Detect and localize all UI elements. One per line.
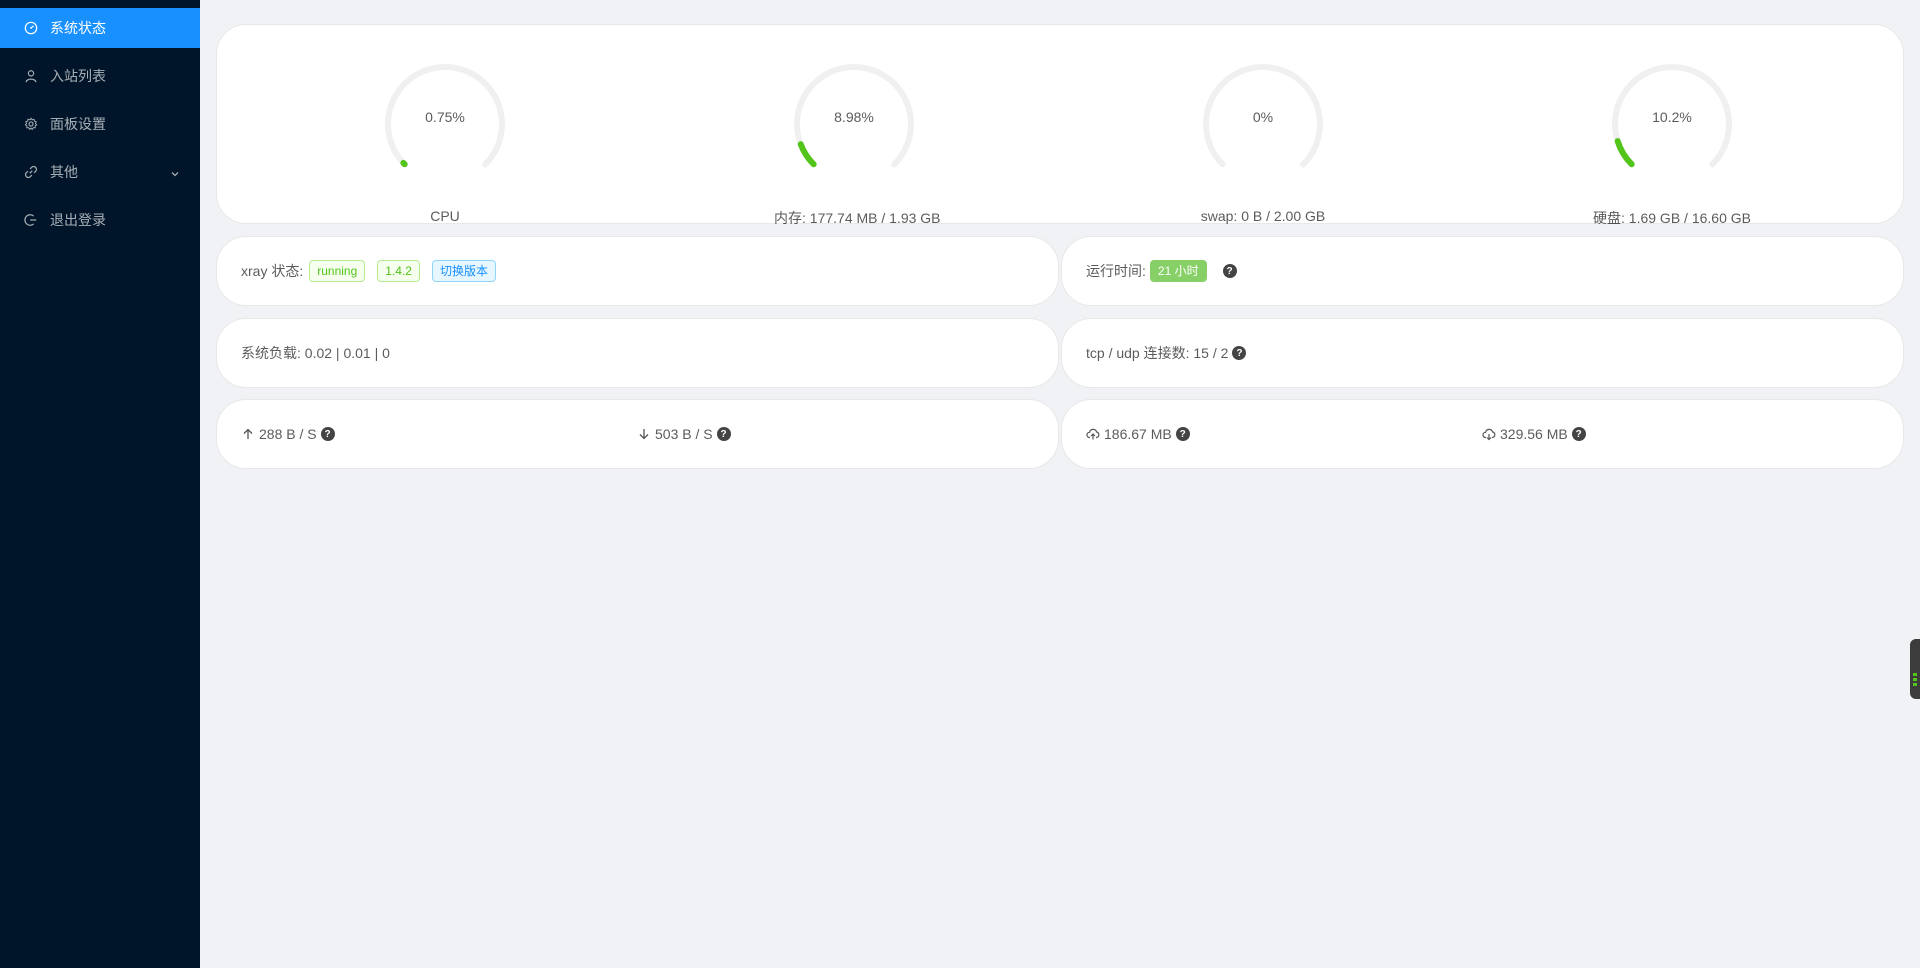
system-gauges-card: 0.75% CPU 8.98% 内存: 177.74 MB / 1.93 GB … (216, 24, 1904, 226)
sidebar: 系统状态 入站列表 面板设置 其他 退出登录 (0, 0, 200, 968)
traffic-sent-value: 186.67 MB (1104, 426, 1172, 442)
gauge-memory: 8.98% 内存: 177.74 MB / 1.93 GB (774, 58, 941, 228)
sidebar-item-label: 入站列表 (50, 68, 106, 84)
sidebar-item-label: 其他 (50, 164, 78, 180)
link-icon (24, 165, 38, 179)
gauge-swap-label: swap: 0 B / 2.00 GB (1200, 208, 1326, 224)
gauge-disk-value: 10.2% (1652, 109, 1692, 125)
user-icon (24, 69, 38, 83)
xray-version-badge: 1.4.2 (377, 260, 420, 282)
gauge-cpu-value: 0.75% (425, 109, 465, 125)
xray-running-badge: running (309, 260, 366, 282)
sidebar-item-logout[interactable]: 退出登录 (0, 200, 200, 240)
network-speed-card: 288 B / S ? 503 B / S ? (216, 399, 1059, 469)
chevron-down-icon (170, 166, 180, 177)
help-icon[interactable]: ? (1175, 427, 1190, 441)
sidebar-item-label: 退出登录 (50, 212, 106, 228)
traffic-sent: 186.67 MB ? (1086, 426, 1190, 442)
cloud-upload-icon (1086, 427, 1100, 441)
help-icon[interactable]: ? (1232, 346, 1247, 360)
traffic-card: 186.67 MB ? 329.56 MB ? (1061, 399, 1904, 469)
sidebar-top-spacer (0, 0, 200, 4)
traffic-received-value: 329.56 MB (1500, 426, 1568, 442)
floating-side-handle[interactable] (1910, 639, 1920, 699)
download-speed-value: 503 B / S (655, 426, 713, 442)
sidebar-item-panel-settings[interactable]: 面板设置 (0, 104, 200, 144)
gauge-memory-value: 8.98% (834, 109, 874, 125)
gauge-cpu-label: CPU (430, 208, 460, 224)
logout-icon (24, 213, 38, 227)
uptime-label: 运行时间: (1086, 263, 1146, 279)
gear-icon (24, 117, 38, 131)
connections-card: tcp / udp 连接数: 15 / 2 ? (1061, 318, 1904, 388)
upload-speed-value: 288 B / S (259, 426, 317, 442)
handle-dot (1913, 683, 1917, 686)
sidebar-item-system-status[interactable]: 系统状态 (0, 8, 200, 48)
handle-dot (1913, 673, 1917, 676)
gauge-disk: 10.2% 硬盘: 1.69 GB / 16.60 GB (1592, 58, 1752, 228)
main-content: 0.75% CPU 8.98% 内存: 177.74 MB / 1.93 GB … (200, 0, 1920, 968)
handle-dot (1913, 678, 1917, 681)
switch-version-button[interactable]: 切换版本 (431, 260, 496, 282)
uptime-card: 运行时间: 21 小时 ? (1061, 236, 1904, 306)
help-icon[interactable]: ? (1222, 264, 1237, 278)
sidebar-item-other[interactable]: 其他 (0, 152, 200, 192)
sidebar-item-inbound-list[interactable]: 入站列表 (0, 56, 200, 96)
system-load-card: 系统负载: 0.02 | 0.01 | 0 (216, 318, 1059, 388)
upload-speed: 288 B / S ? (241, 426, 335, 442)
connections-text: tcp / udp 连接数: 15 / 2 (1086, 345, 1229, 361)
help-icon[interactable]: ? (1571, 427, 1586, 441)
gauge-cpu: 0.75% CPU (365, 58, 525, 224)
gauge-swap: 0% swap: 0 B / 2.00 GB (1183, 58, 1343, 224)
traffic-received: 329.56 MB ? (1482, 426, 1586, 442)
xray-status-card: xray 状态: running 1.4.2 切换版本 (216, 236, 1059, 306)
sidebar-item-label: 系统状态 (50, 20, 106, 36)
uptime-badge: 21 小时 (1149, 260, 1207, 282)
sidebar-item-label: 面板设置 (50, 116, 106, 132)
gauge-disk-label: 硬盘: 1.69 GB / 16.60 GB (1593, 210, 1751, 226)
xray-status-label: xray 状态: (241, 263, 304, 279)
system-load-text: 系统负载: 0.02 | 0.01 | 0 (241, 345, 390, 361)
gauge-swap-value: 0% (1252, 109, 1274, 125)
arrow-up-icon (241, 427, 255, 441)
arrow-down-icon (637, 427, 651, 441)
help-icon[interactable]: ? (320, 427, 335, 441)
gauge-memory-label: 内存: 177.74 MB / 1.93 GB (774, 210, 941, 226)
cloud-download-icon (1482, 427, 1496, 441)
help-icon[interactable]: ? (716, 427, 731, 441)
download-speed: 503 B / S ? (637, 426, 731, 442)
dashboard-icon (24, 21, 38, 35)
